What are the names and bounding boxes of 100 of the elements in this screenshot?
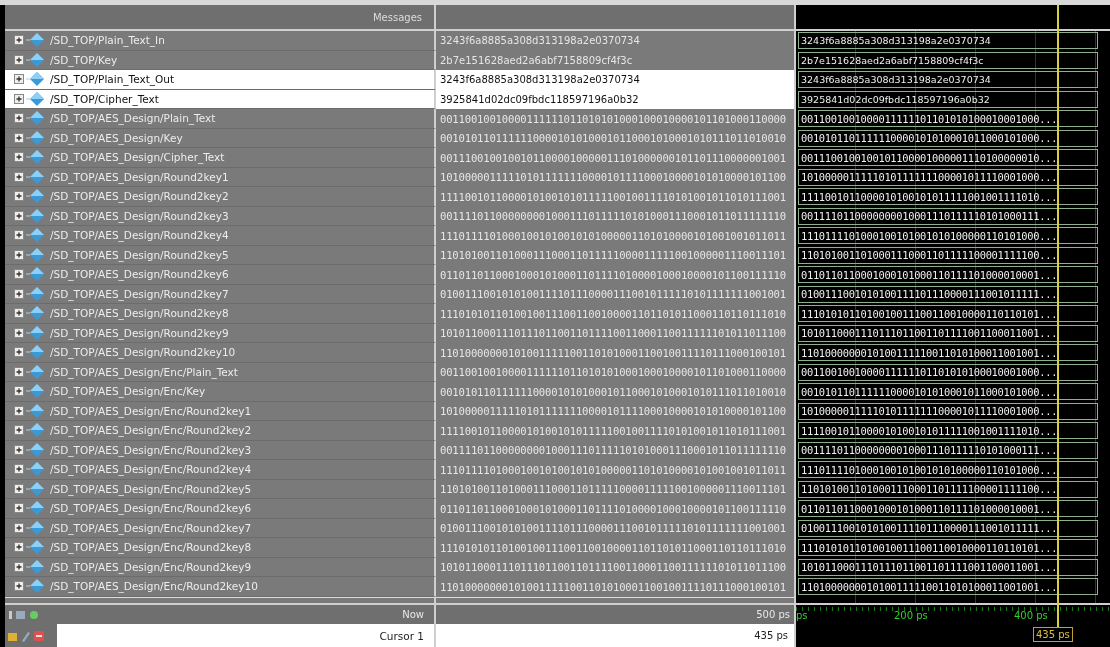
diamond-icon <box>26 72 44 87</box>
signal-row[interactable]: /SD_TOP/AES_Design/Enc/Round2key4 <box>5 460 436 480</box>
signal-row[interactable]: /SD_TOP/AES_Design/Round2key8 <box>5 304 436 324</box>
signal-row[interactable]: /SD_TOP/AES_Design/Enc/Round2key7 <box>5 518 436 538</box>
signal-name: /SD_TOP/Plain_Text_In <box>50 34 165 47</box>
expand-icon[interactable] <box>14 542 24 553</box>
expand-icon[interactable] <box>14 230 24 241</box>
expand-icon[interactable] <box>14 327 24 338</box>
signal-row[interactable]: /SD_TOP/AES_Design/Enc/Round2key8 <box>5 538 436 558</box>
expand-icon[interactable] <box>14 152 24 163</box>
diamond-icon <box>26 169 44 184</box>
expand-icon[interactable] <box>14 210 24 221</box>
diamond-icon <box>26 384 44 399</box>
signal-value: 3243f6a8885a308d313198a2e0370734 <box>440 35 640 47</box>
signal-value: 01001110010101001111011100001110010111110101111111001001 <box>440 288 786 301</box>
signal-value: 01101101100010001010001101111010000100010000101100111110 <box>440 502 786 515</box>
signal-row[interactable]: /SD_TOP/Cipher_Text <box>5 89 436 109</box>
diamond-icon <box>26 403 44 418</box>
signal-value: 00101011011111100001010100010110001010001010111011010010 <box>440 385 786 398</box>
diamond-icon <box>26 228 44 243</box>
expand-icon[interactable] <box>14 444 24 455</box>
bus-waveform: 0010101101111110000101010001011000101000... <box>798 383 1098 401</box>
signal-value: 10100000111110101111111000010111100010000101010000101100 <box>440 171 786 184</box>
signal-row[interactable]: /SD_TOP/AES_Design/Round2key10 <box>5 343 436 363</box>
signal-name: /SD_TOP/AES_Design/Round2key3 <box>50 209 229 222</box>
expand-icon[interactable] <box>14 132 24 143</box>
expand-icon[interactable] <box>14 93 24 104</box>
signal-value: 11110010110000101001010111110010011110101001011010111001 <box>440 424 786 437</box>
signal-row[interactable]: /SD_TOP/AES_Design/Enc/Round2key1 <box>5 401 436 421</box>
expand-icon[interactable] <box>14 171 24 182</box>
expand-icon[interactable] <box>14 249 24 260</box>
diamond-icon <box>26 189 44 204</box>
signal-row[interactable]: /SD_TOP/AES_Design/Enc/Round2key9 <box>5 557 436 577</box>
signal-row[interactable]: /SD_TOP/AES_Design/Round2key7 <box>5 284 436 304</box>
signal-row[interactable]: /SD_TOP/AES_Design/Enc/Round2key3 <box>5 440 436 460</box>
expand-icon[interactable] <box>14 191 24 202</box>
signal-row[interactable]: /SD_TOP/AES_Design/Plain_Text <box>5 109 436 129</box>
toolbar-icon[interactable] <box>7 628 47 643</box>
diamond-icon <box>26 52 44 67</box>
signal-name: /SD_TOP/AES_Design/Round2key5 <box>50 248 229 261</box>
signal-value: 11010000000101001111100110101000110010011110111000100101 <box>440 346 786 359</box>
diamond-icon <box>26 579 44 594</box>
expand-icon[interactable] <box>14 464 24 475</box>
signal-name: /SD_TOP/AES_Design/Enc/Round2key9 <box>50 560 252 573</box>
diamond-icon <box>26 150 44 165</box>
expand-icon[interactable] <box>14 522 24 533</box>
signal-value: 11101111010001001010010101000001101010000101001001011011 <box>440 229 786 242</box>
expand-icon[interactable] <box>14 366 24 377</box>
signal-name: /SD_TOP/AES_Design/Enc/Round2key7 <box>50 521 252 534</box>
signal-row[interactable]: /SD_TOP/Plain_Text_Out <box>5 70 436 90</box>
signal-row[interactable]: /SD_TOP/AES_Design/Enc/Key <box>5 382 436 402</box>
expand-icon[interactable] <box>14 581 24 592</box>
expand-icon[interactable] <box>14 425 24 436</box>
signal-row[interactable]: /SD_TOP/AES_Design/Key <box>5 128 436 148</box>
diamond-icon <box>26 462 44 477</box>
bus-waveform: 0011001001000011111101101010100010001000... <box>798 363 1098 381</box>
diamond-icon <box>26 481 44 496</box>
signal-row[interactable]: /SD_TOP/AES_Design/Cipher_Text <box>5 148 436 168</box>
signal-row[interactable]: /SD_TOP/AES_Design/Round2key2 <box>5 187 436 207</box>
signal-row[interactable]: /SD_TOP/AES_Design/Enc/Round2key2 <box>5 421 436 441</box>
cursor-time: 435 ps <box>754 630 788 641</box>
signal-row[interactable]: /SD_TOP/AES_Design/Enc/Round2key10 <box>5 577 436 597</box>
expand-icon[interactable] <box>14 288 24 299</box>
expand-icon[interactable] <box>14 35 24 46</box>
signal-row[interactable]: /SD_TOP/AES_Design/Enc/Plain_Text <box>5 362 436 382</box>
signal-name: /SD_TOP/Plain_Text_Out <box>50 73 175 86</box>
signal-value: 00110010010000111111011010101000100010000101101000110000 <box>440 366 786 379</box>
signal-row[interactable]: /SD_TOP/AES_Design/Enc/Round2key6 <box>5 499 436 519</box>
diamond-icon <box>26 325 44 340</box>
expand-icon[interactable] <box>14 386 24 397</box>
signal-row[interactable]: /SD_TOP/AES_Design/Enc/Round2key5 <box>5 479 436 499</box>
signal-value: 11010100110100011100011011111000011111001000001110011101 <box>440 483 786 496</box>
expand-icon[interactable] <box>14 405 24 416</box>
expand-icon[interactable] <box>14 483 24 494</box>
diamond-icon <box>26 91 44 106</box>
expand-icon[interactable] <box>14 503 24 514</box>
signal-row[interactable]: /SD_TOP/AES_Design/Round2key5 <box>5 245 436 265</box>
diamond-icon <box>26 501 44 516</box>
expand-icon[interactable] <box>14 308 24 319</box>
expand-icon[interactable] <box>14 113 24 124</box>
expand-icon[interactable] <box>14 561 24 572</box>
signal-name: /SD_TOP/AES_Design/Round2key10 <box>50 346 236 359</box>
signal-row[interactable]: /SD_TOP/AES_Design/Round2key9 <box>5 323 436 343</box>
signal-row[interactable]: /SD_TOP/AES_Design/Round2key3 <box>5 206 436 226</box>
signal-row[interactable]: /SD_TOP/AES_Design/Round2key1 <box>5 167 436 187</box>
bus-waveform: 1101010011010001110001101111100001111100... <box>798 480 1098 498</box>
signal-row[interactable]: /SD_TOP/AES_Design/Round2key6 <box>5 265 436 285</box>
signal-name: /SD_TOP/AES_Design/Key <box>50 131 183 144</box>
expand-icon[interactable] <box>14 74 24 85</box>
now-time: 500 ps <box>756 609 790 620</box>
diamond-icon <box>26 423 44 438</box>
expand-icon[interactable] <box>14 347 24 358</box>
signal-row[interactable]: /SD_TOP/Key <box>5 50 436 70</box>
signal-row[interactable]: /SD_TOP/AES_Design/Round2key4 <box>5 226 436 246</box>
bus-waveform: 1010110001110111011001101111001100011001... <box>798 558 1098 576</box>
bus-waveform: 1110101011010010011100110010000110110101... <box>798 305 1098 323</box>
signal-value: 01001110010101001111011100001110010111110101111111001001 <box>440 522 786 535</box>
expand-icon[interactable] <box>14 269 24 280</box>
signal-row[interactable]: /SD_TOP/Plain_Text_In <box>5 31 436 51</box>
expand-icon[interactable] <box>14 54 24 65</box>
